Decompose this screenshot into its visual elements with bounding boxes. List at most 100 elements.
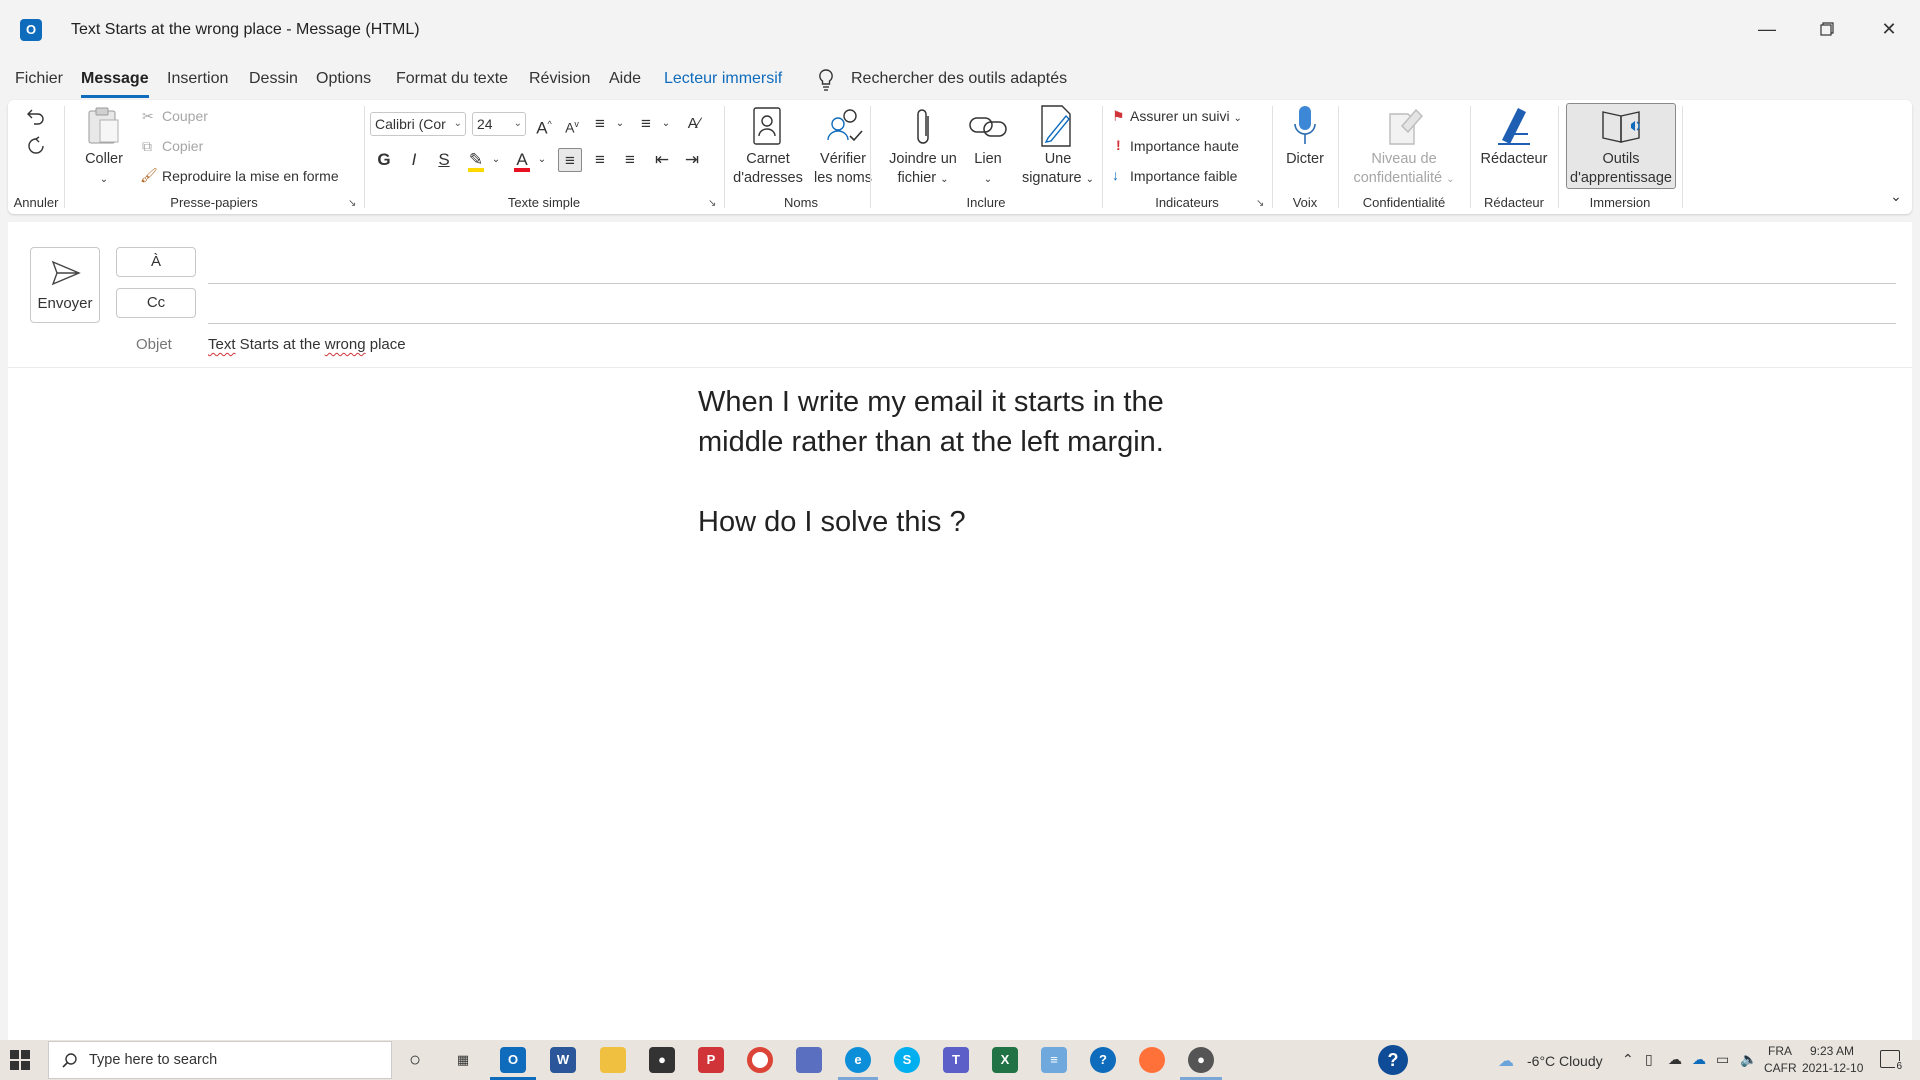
align-right-button[interactable]: ≡ — [618, 148, 642, 172]
decrease-indent-icon[interactable]: ⇤ — [650, 148, 674, 172]
cortana-icon[interactable]: ○ — [402, 1047, 428, 1073]
message-body[interactable]: When I write my email it starts in the m… — [698, 382, 1164, 542]
lien-button[interactable]: Lien ⌄ — [966, 150, 1010, 189]
shrink-font-icon[interactable]: Av — [560, 112, 584, 136]
restore-icon[interactable] — [1812, 14, 1842, 44]
copier-button[interactable]: Copier — [162, 138, 203, 154]
close-icon[interactable]: ✕ — [1874, 14, 1904, 44]
clear-formatting-icon[interactable]: A∕ — [682, 112, 706, 136]
bold-button[interactable]: G — [372, 148, 396, 172]
clock-date[interactable]: 2021-12-10 — [1802, 1061, 1863, 1075]
file-explorer-icon[interactable] — [600, 1047, 626, 1073]
highlight-dropdown-icon[interactable]: ⌄ — [484, 148, 508, 172]
verifier-noms-button[interactable]: Vérifier les noms — [808, 150, 878, 188]
dicter-button[interactable]: Dicter — [1272, 150, 1338, 169]
word-icon[interactable]: W — [550, 1047, 576, 1073]
tab-fichier[interactable]: Fichier — [15, 70, 63, 88]
dialog-launcher-icon[interactable]: ↘ — [348, 198, 358, 209]
to-field[interactable] — [208, 283, 1896, 284]
cc-field[interactable] — [208, 323, 1896, 324]
onedrive-personal-icon[interactable]: ☁ — [1668, 1051, 1682, 1068]
check-names-icon[interactable] — [824, 106, 864, 146]
help-app-icon[interactable]: ? — [1090, 1047, 1116, 1073]
font-name-combo[interactable]: Calibri (Cor ⌄ — [370, 112, 466, 136]
address-book-icon[interactable] — [750, 106, 784, 146]
skype-icon[interactable]: S — [894, 1047, 920, 1073]
importance-faible-button[interactable]: Importance faible — [1130, 168, 1237, 184]
minimize-icon[interactable]: — — [1752, 14, 1782, 44]
network-icon[interactable]: ▭ — [1716, 1051, 1729, 1068]
signature-icon[interactable] — [1038, 104, 1074, 148]
tab-format-du-texte[interactable]: Format du texte — [396, 70, 508, 88]
align-center-button[interactable]: ≡ — [588, 148, 612, 172]
volume-icon[interactable]: 🔈 — [1740, 1051, 1757, 1068]
language-code[interactable]: FRA — [1768, 1044, 1792, 1058]
font-size-combo[interactable]: 24 ⌄ — [472, 112, 526, 136]
notification-center-icon[interactable]: 6 — [1880, 1050, 1903, 1072]
couper-button[interactable]: Couper — [162, 108, 208, 124]
pdf-app-icon[interactable]: P — [698, 1047, 724, 1073]
tab-aide[interactable]: Aide — [609, 70, 641, 88]
outlook-app-icon[interactable]: O — [20, 19, 42, 41]
bullets-dropdown-icon[interactable]: ⌄ — [608, 112, 632, 136]
grow-font-icon[interactable]: A^ — [532, 112, 556, 138]
tab-message[interactable]: Message — [81, 70, 149, 98]
tab-lecteur-immersif[interactable]: Lecteur immersif — [664, 70, 782, 88]
send-button[interactable]: Envoyer — [30, 247, 100, 323]
signature-button[interactable]: Une signature ⌄ — [1014, 150, 1102, 189]
carnet-adresses-button[interactable]: Carnet d'adresses — [724, 150, 812, 188]
editor-icon[interactable] — [1494, 104, 1534, 148]
numbering-dropdown-icon[interactable]: ⌄ — [654, 112, 678, 136]
tell-me-search[interactable]: Rechercher des outils adaptés — [851, 70, 1067, 88]
media-app-icon[interactable]: ● — [1188, 1047, 1214, 1073]
onedrive-icon[interactable]: ☁ — [1692, 1051, 1706, 1068]
coller-button[interactable]: Coller ⌄ — [80, 150, 128, 189]
subject-field[interactable]: Text Starts at the wrong place — [208, 336, 406, 353]
paste-icon[interactable] — [86, 106, 122, 146]
outlook-taskbar-icon[interactable]: O — [500, 1047, 526, 1073]
cc-button[interactable]: Cc — [116, 288, 196, 318]
keyboard-layout[interactable]: CAFR — [1764, 1061, 1797, 1075]
collapse-ribbon-icon[interactable]: ⌄ — [1884, 184, 1908, 208]
camera-app-icon[interactable]: ● — [649, 1047, 675, 1073]
tab-dessin[interactable]: Dessin — [249, 70, 298, 88]
clock-time[interactable]: 9:23 AM — [1810, 1044, 1854, 1058]
teams-icon[interactable]: T — [943, 1047, 969, 1073]
underline-button[interactable]: S — [432, 148, 456, 172]
windows-start-icon[interactable] — [10, 1050, 30, 1070]
sensitivity-icon[interactable] — [1386, 106, 1424, 146]
importance-haute-button[interactable]: Importance haute — [1130, 138, 1239, 154]
link-icon[interactable] — [968, 110, 1008, 144]
niveau-confidentialite-button[interactable]: Niveau de confidentialité ⌄ — [1338, 150, 1470, 189]
italic-button[interactable]: I — [402, 148, 426, 172]
weather-text[interactable]: -6°C Cloudy — [1527, 1053, 1603, 1069]
paperclip-icon[interactable] — [912, 106, 936, 148]
redo-icon[interactable] — [26, 136, 46, 156]
to-button[interactable]: À — [116, 247, 196, 277]
tray-expand-icon[interactable]: ⌃ — [1622, 1051, 1634, 1068]
tab-options[interactable]: Options — [316, 70, 371, 88]
font-color-dropdown-icon[interactable]: ⌄ — [530, 148, 554, 172]
align-left-button[interactable]: ≡ — [558, 148, 582, 172]
chrome-icon[interactable] — [747, 1047, 773, 1073]
increase-indent-icon[interactable]: ⇥ — [680, 148, 704, 172]
firefox-icon[interactable] — [1139, 1047, 1165, 1073]
device-icon[interactable]: ▯ — [1645, 1051, 1653, 1068]
excel-icon[interactable]: X — [992, 1047, 1018, 1073]
reproduire-button[interactable]: Reproduire la mise en forme — [162, 168, 339, 184]
network-app-icon[interactable] — [796, 1047, 822, 1073]
dialog-launcher-icon[interactable]: ↘ — [1256, 198, 1266, 209]
scanner-app-icon[interactable]: ≡ — [1041, 1047, 1067, 1073]
joindre-fichier-button[interactable]: Joindre un fichier ⌄ — [880, 150, 966, 189]
assurer-suivi-button[interactable]: Assurer un suivi ⌄ — [1130, 108, 1242, 124]
dialog-launcher-icon[interactable]: ↘ — [708, 198, 718, 209]
undo-icon[interactable] — [26, 106, 46, 126]
tab-insertion[interactable]: Insertion — [167, 70, 228, 88]
redacteur-button[interactable]: Rédacteur — [1470, 150, 1558, 169]
microphone-icon[interactable] — [1292, 104, 1318, 148]
task-view-icon[interactable]: ▦ — [450, 1047, 476, 1073]
edge-icon[interactable]: e — [845, 1047, 871, 1073]
taskbar-search[interactable]: Type here to search — [48, 1041, 392, 1079]
get-help-icon[interactable]: ? — [1378, 1045, 1408, 1075]
tab-revision[interactable]: Révision — [529, 70, 590, 88]
